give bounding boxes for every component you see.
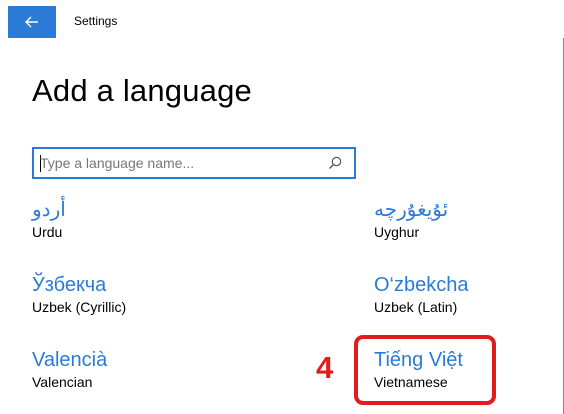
language-search-box[interactable]: [32, 147, 356, 179]
language-native-name: O‘zbekcha: [374, 274, 469, 296]
annotation-highlight-box: [354, 335, 496, 405]
language-english-name: Valencian: [32, 374, 93, 390]
search-icon[interactable]: [328, 156, 342, 170]
language-native-name: Ўзбекча: [32, 274, 107, 296]
language-search-input[interactable]: [40, 151, 320, 175]
window-title: Settings: [74, 14, 118, 28]
language-english-name: Urdu: [32, 224, 63, 240]
page-title: Add a language: [32, 73, 252, 108]
language-item-uzbek-latin[interactable]: O‘zbekcha Uzbek (Latin): [374, 273, 469, 316]
settings-window: Settings Add a language أردو Urdu ئۇيغۇر…: [0, 0, 564, 414]
language-native-name: ئۇيغۇرچە: [374, 199, 449, 221]
annotation-step-number: 4: [316, 350, 334, 385]
language-item-uzbek-cyrillic[interactable]: Ўзбекча Uzbek (Cyrillic): [32, 273, 126, 316]
language-english-name: Uyghur: [374, 224, 420, 240]
language-item-uyghur[interactable]: ئۇيغۇرچە Uyghur: [374, 198, 448, 241]
language-english-name: Uzbek (Latin): [374, 299, 458, 315]
language-native-name: Valencià: [32, 349, 108, 371]
language-english-name: Uzbek (Cyrillic): [32, 299, 127, 315]
back-button[interactable]: [8, 6, 56, 38]
language-item-valencian[interactable]: Valencià Valencian: [32, 348, 107, 391]
language-native-name: أردو: [32, 199, 66, 221]
title-bar: Settings: [0, 0, 564, 38]
language-item-urdu[interactable]: أردو Urdu: [32, 198, 66, 241]
back-arrow-icon: [25, 16, 38, 28]
